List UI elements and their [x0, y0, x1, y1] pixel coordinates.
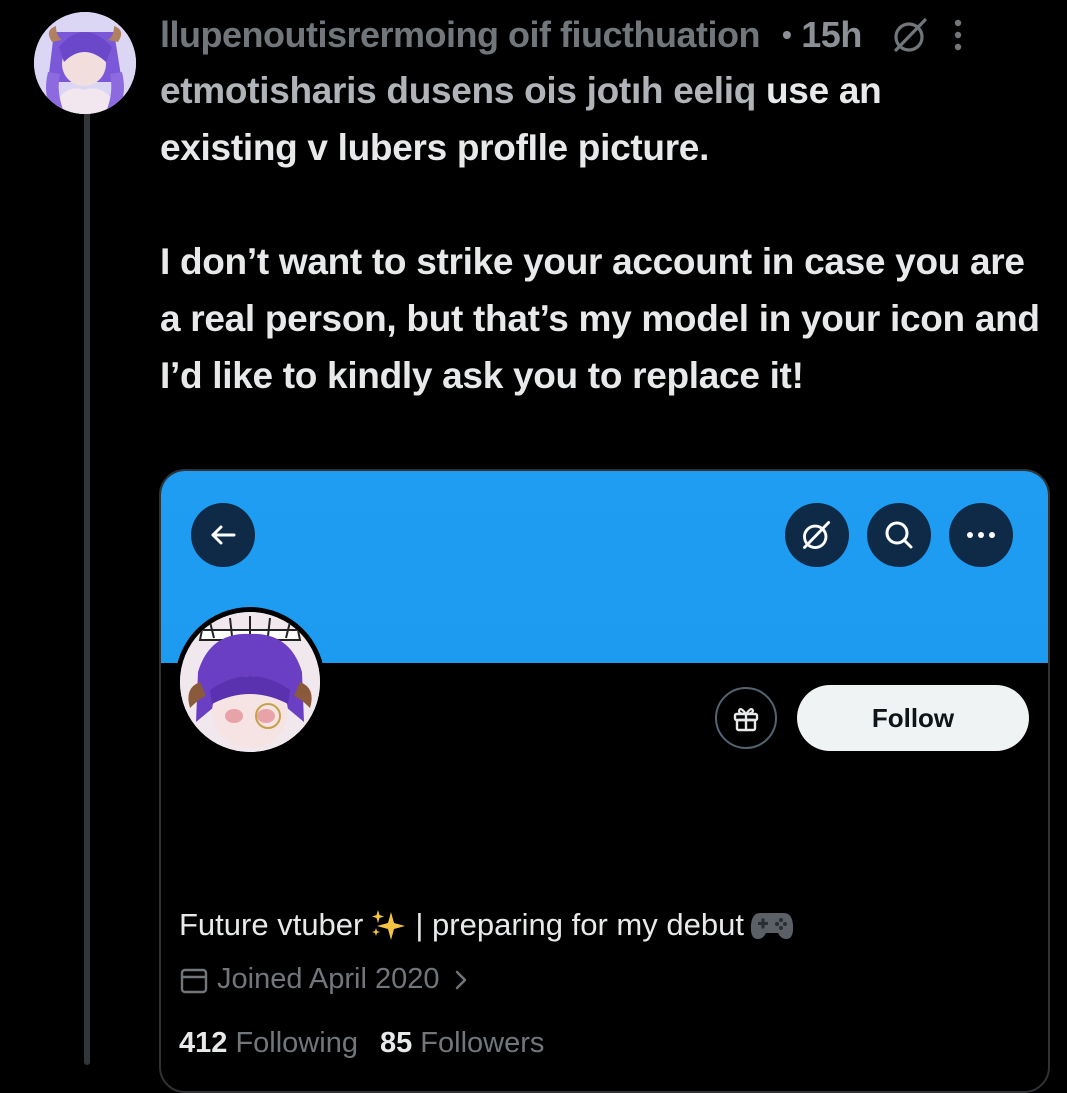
- grok-icon[interactable]: [892, 16, 930, 54]
- post-timestamp[interactable]: 15h: [801, 14, 862, 56]
- profile-avatar[interactable]: [175, 607, 325, 757]
- post-text: etmotisharis dusens ois jotıh eeliq use …: [160, 62, 1060, 404]
- separator-dot: •: [781, 19, 792, 50]
- chevron-right-icon[interactable]: [454, 969, 468, 991]
- follow-button[interactable]: Follow: [797, 685, 1029, 751]
- grok-button[interactable]: [785, 503, 849, 567]
- joined-date: Joined April 2020: [179, 963, 468, 996]
- joined-text: Joined April 2020: [217, 963, 440, 995]
- bio-text-part1: Future vtuber: [179, 907, 364, 942]
- more-button[interactable]: [949, 503, 1013, 567]
- more-vertical-icon[interactable]: [952, 17, 964, 53]
- post-text-paragraph2: I don’t want to strike your account in c…: [160, 241, 1040, 396]
- post-text-line1-rest: use an: [756, 70, 882, 111]
- thread-line: [84, 112, 90, 1065]
- gift-button[interactable]: [715, 687, 777, 749]
- followers-label: Followers: [420, 1027, 545, 1059]
- followers-link[interactable]: 85 Followers: [380, 1027, 544, 1059]
- search-icon: [885, 521, 913, 549]
- followers-count: 85: [379, 1027, 413, 1059]
- following-label: Following: [235, 1027, 358, 1059]
- grok-icon: [803, 521, 831, 549]
- back-button[interactable]: [191, 503, 255, 567]
- more-horizontal-icon: [967, 532, 995, 538]
- profile-stats: 412 Following 85 Followers: [179, 1027, 544, 1060]
- bio-text-part2: | preparing for my debut: [415, 907, 744, 942]
- profile-bio: Future vtuber | preparing for my debut: [179, 907, 800, 943]
- post-text-garbled: etmotisharis dusens ois jotıh eeliq: [160, 70, 757, 111]
- post-text-line2: existing v lubers profIle picture.: [160, 127, 710, 168]
- arrow-left-icon: [211, 525, 236, 545]
- author-name[interactable]: llupenoutisrermoing oif fiucthuation: [160, 14, 760, 56]
- calendar-icon: [179, 965, 209, 995]
- post-header: llupenoutisrermoing oif fiucthuation • 1…: [160, 10, 1050, 60]
- sparkles-emoji: [369, 908, 409, 942]
- search-button[interactable]: [867, 503, 931, 567]
- following-count: 412: [179, 1027, 228, 1059]
- profile-avatar-image: [180, 612, 320, 752]
- game-controller-emoji: [750, 909, 794, 941]
- author-avatar[interactable]: [34, 12, 136, 114]
- post-text-line1: etmotisharis dusens ois jotıh eeliq use …: [160, 62, 1060, 119]
- following-link[interactable]: 412 Following: [179, 1027, 358, 1059]
- author-avatar-image: [34, 12, 136, 114]
- gift-icon: [733, 708, 759, 732]
- embedded-profile-screenshot[interactable]: Follow Future vtuber | preparing for my …: [159, 469, 1050, 1093]
